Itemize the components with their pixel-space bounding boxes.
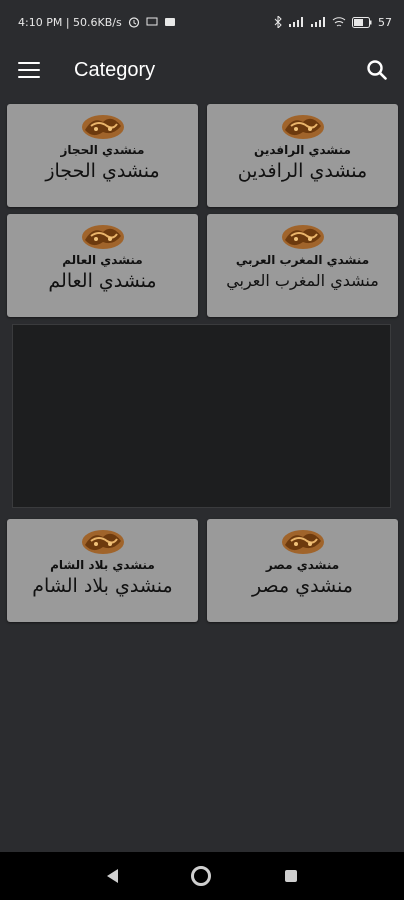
nasheed-logo-icon	[280, 114, 325, 140]
nasheed-logo-icon	[80, 224, 125, 250]
ad-banner-area	[12, 324, 391, 508]
category-title: منشدي المغرب العربي	[226, 271, 379, 290]
nasheed-logo-icon	[280, 529, 325, 555]
cast-icon	[146, 17, 158, 26]
category-tile-levant[interactable]: منشدي بلاد الشام منشدي بلاد الشام	[7, 519, 198, 622]
category-subtitle: منشدي الحجاز	[60, 143, 145, 157]
category-title: منشدي الرافدين	[237, 160, 368, 182]
home-icon[interactable]	[191, 866, 212, 886]
category-title: منشدي العالم	[48, 270, 157, 292]
category-tile-maghreb[interactable]: منشدي المغرب العربي منشدي المغرب العربي	[207, 214, 398, 317]
wifi-icon	[332, 17, 346, 27]
search-icon[interactable]	[364, 57, 390, 83]
category-tile-egypt[interactable]: منشدي مصر منشدي مصر	[207, 519, 398, 622]
app-bar: Category	[0, 44, 404, 96]
category-title: منشدي مصر	[252, 575, 353, 597]
category-subtitle: منشدي بلاد الشام	[50, 558, 155, 572]
category-subtitle: منشدي العالم	[62, 253, 143, 267]
category-tile-rafidain[interactable]: منشدي الرافدين منشدي الرافدين	[207, 104, 398, 207]
nasheed-logo-icon	[280, 224, 325, 250]
nasheed-logo-icon	[80, 114, 125, 140]
notification-icon	[164, 18, 175, 26]
signal-icon	[289, 17, 303, 27]
category-subtitle: منشدي الرافدين	[254, 143, 351, 157]
category-subtitle: منشدي المغرب العربي	[235, 253, 370, 267]
category-tile-world[interactable]: منشدي العالم منشدي العالم	[7, 214, 198, 317]
category-title: منشدي بلاد الشام	[32, 575, 173, 597]
battery-level: 57	[378, 15, 392, 29]
recent-apps-icon[interactable]	[285, 870, 298, 882]
bluetooth-icon	[274, 16, 282, 28]
back-icon[interactable]	[106, 869, 118, 883]
battery-icon	[352, 16, 372, 28]
category-title: منشدي الحجاز	[45, 160, 160, 182]
category-tile-hijaz[interactable]: منشدي الحجاز منشدي الحجاز	[7, 104, 198, 207]
nasheed-logo-icon	[80, 529, 125, 555]
menu-icon[interactable]	[18, 62, 40, 78]
alarm-icon	[128, 17, 139, 28]
system-nav-bar	[0, 852, 404, 900]
page-title: Category	[74, 58, 156, 81]
category-subtitle: منشدي مصر	[265, 558, 340, 572]
signal-icon-2	[311, 17, 325, 27]
status-time: 4:10 PM | 50.6KB/s	[18, 15, 122, 29]
status-bar: 4:10 PM | 50.6KB/s 57	[0, 0, 404, 44]
